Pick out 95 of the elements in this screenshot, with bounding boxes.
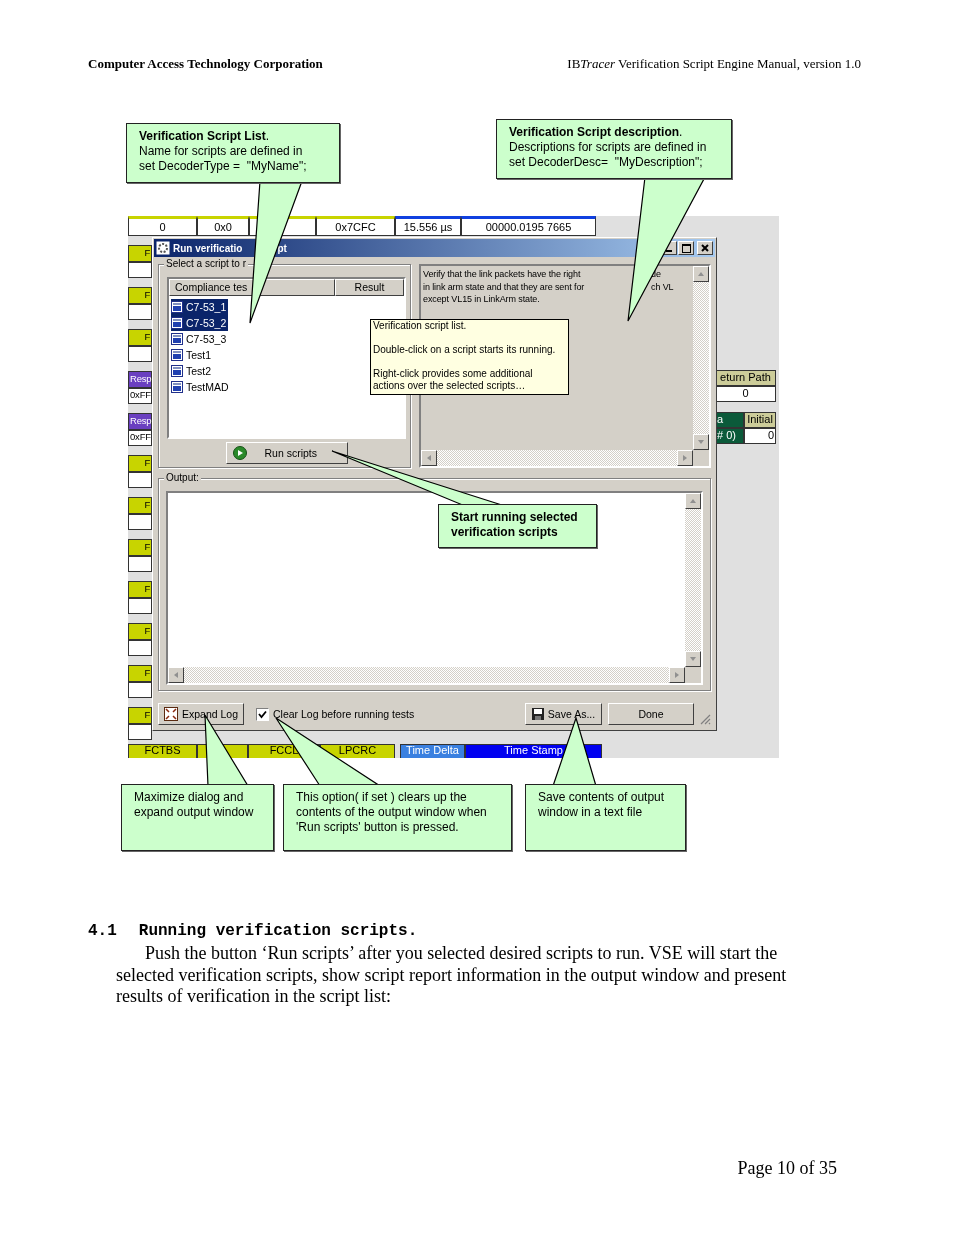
arrow-left-icon [425,454,433,462]
arrow-right-icon [673,671,681,679]
arrow-down-icon [689,655,697,663]
trace-cell: 0 [128,216,197,236]
group-label: Output: [164,472,201,483]
resize-grip-icon [700,714,711,725]
description-text: ch VL [651,281,674,292]
scrollbar-corner [685,667,701,683]
done-button[interactable]: Done [608,703,694,725]
trace-cell: F [128,287,152,304]
trace-cell: F [128,245,152,262]
header-text: IBTracer Verification Script Engine Manual, version 1.0 [567,56,861,72]
script-item[interactable]: TestMAD [171,379,231,395]
trace-cell: 0xFF [128,388,152,404]
window-title: pt [277,242,287,254]
scroll-right-button[interactable] [669,667,685,683]
scroll-right-button[interactable] [677,450,693,466]
script-item[interactable]: C7-53_3 [171,331,229,347]
callout: Verification Script description. Descriptions for scripts are defined in set DecoderDesc= "MyDescription"; [496,119,732,179]
trace-cell: 0xFF [128,430,152,446]
trace-cell: F [128,455,152,472]
checkbox-label[interactable]: Clear Log before running tests [273,708,415,720]
script-item[interactable]: Test1 [171,347,214,363]
script-item[interactable]: C7-53_2 [171,315,229,331]
arrow-up-icon [689,497,697,505]
vertical-scrollbar[interactable] [693,266,709,450]
page-number: Page 10 of 35 [736,1158,838,1180]
description-text: Verify that the link packets have the right [423,269,581,279]
run-scripts-button[interactable]: Run scripts [225,442,348,464]
scroll-up-button[interactable] [685,493,701,509]
play-icon [232,446,247,460]
expand-icon [163,707,178,721]
script-icon [171,301,183,313]
horizontal-scrollbar[interactable] [168,667,685,683]
trace-cell: # 0) [715,428,744,444]
group-label: Select a script to r [164,258,249,269]
trace-cell: 0x0 [197,216,249,236]
trace-cell: LPCRC [320,744,395,758]
trace-cell: Resp [128,371,152,388]
arrow-left-icon [172,671,180,679]
app-icon [156,241,170,255]
maximize-icon [681,243,691,253]
maximize-button[interactable] [678,241,694,255]
trace-cell: FCTBS [128,744,197,758]
script-icon [171,333,183,345]
section-number: 4.1 [88,922,117,940]
script-icon [171,381,183,393]
column-header[interactable]: Compliance tes [169,279,335,296]
trace-cell: Resp [128,413,152,430]
trace-cell: F [128,665,152,682]
header-text: Computer Access Technology Corporation [88,56,323,72]
close-button[interactable] [697,241,713,255]
script-item[interactable]: C7-53_1 [171,299,229,315]
save-icon [531,708,544,720]
scroll-left-button[interactable] [168,667,184,683]
arrow-down-icon [697,438,705,446]
expand-log-button[interactable]: Expand Log [158,703,244,725]
script-icon [171,317,183,329]
script-icon [171,349,183,361]
script-item[interactable]: Test2 [171,363,214,379]
close-icon [701,244,709,252]
horizontal-scrollbar[interactable] [421,450,693,466]
callout: Verification Script List. Name for scripts are defined in set DecoderType = "MyName"; [126,123,340,183]
arrow-right-icon [681,454,689,462]
checkbox[interactable] [256,707,269,721]
vertical-scrollbar[interactable] [685,493,701,667]
trace-cell: F [128,329,152,346]
scroll-up-button[interactable] [693,266,709,282]
column-header[interactable]: Result [335,279,404,296]
trace-cell: F [128,497,152,514]
description-text: except VL15 in LinkArm state. [423,294,540,304]
trace-cell: F [128,707,152,724]
scroll-down-button[interactable] [685,651,701,667]
trace-cell: F [128,539,152,556]
trace-cell: 00000.0195 7665 [461,216,596,236]
trace-cell: 15.556 µs [395,216,461,236]
save-as-button[interactable]: Save As... [525,703,602,725]
trace-cell: 0 [715,386,776,402]
body-paragraph: Push the button ‘Run scripts’ after you selected desired scripts to run. VSE will start the selected verification scripts, show script report information in the output window and present results of verification in the script list: [116,943,788,1008]
trace-cell: 0x7CFC [316,216,395,236]
description-text: in link arm state and that they are sent for [423,281,585,292]
trace-cell: Time Delta [400,744,465,758]
section-title: Running verification scripts. [138,922,418,940]
callout: Start running selected verification scripts [438,504,597,548]
script-icon [171,365,183,377]
scroll-left-button[interactable] [421,450,437,466]
trace-cell: 0 [744,428,776,444]
trace-cell: F [128,581,152,598]
scroll-down-button[interactable] [693,434,709,450]
window-title: Run verificatio [173,242,243,254]
arrow-up-icon [697,270,705,278]
trace-cell: eturn Path [715,370,776,386]
trace-cell: F [128,623,152,640]
trace-cell: a [715,412,744,428]
trace-cell: Initial [744,412,776,428]
